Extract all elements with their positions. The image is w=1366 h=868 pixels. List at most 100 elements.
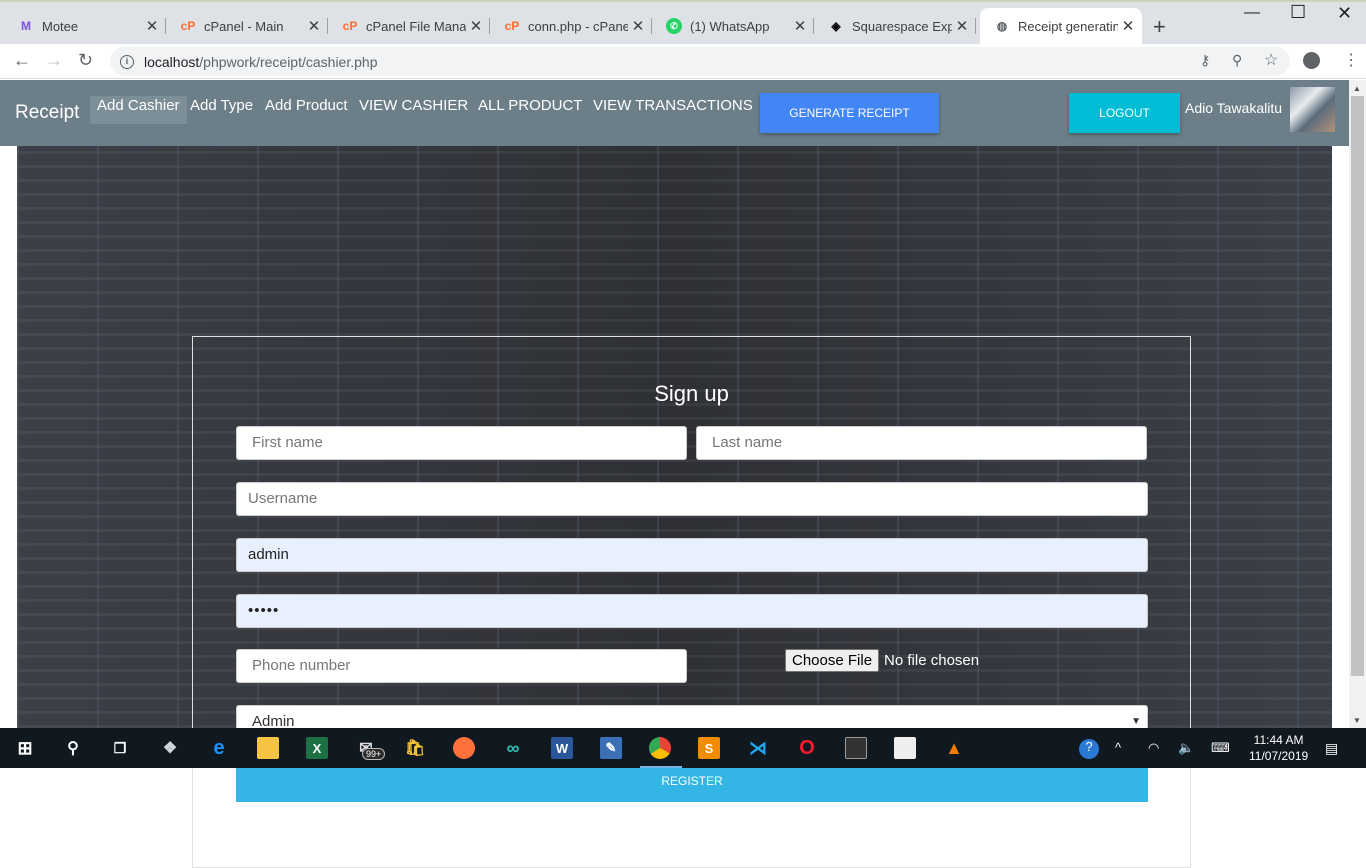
windows-start-icon[interactable]: ⊞ — [14, 737, 36, 759]
task-view-icon[interactable]: ❐ — [109, 737, 131, 759]
wifi-icon[interactable]: ◠ — [1148, 740, 1159, 756]
browser-tab-strip: M Motee ✕ cP cPanel - Main ✕ cP cPanel F… — [0, 0, 1366, 44]
firefox-icon[interactable] — [453, 737, 475, 759]
search-icon[interactable]: ⚲ — [62, 737, 84, 759]
phone-number-input[interactable]: Phone number — [236, 649, 687, 683]
brand-title[interactable]: Receipt — [15, 102, 79, 124]
notepad-icon[interactable] — [894, 737, 916, 759]
show-hidden-icons-icon[interactable]: ^ — [1115, 740, 1121, 755]
reload-icon[interactable]: ↻ — [78, 50, 93, 71]
page-margin-left — [0, 146, 17, 728]
cpanel-icon: cP — [342, 19, 358, 33]
user-name: Adio Tawakalitu — [1185, 100, 1283, 116]
terminal-icon[interactable] — [845, 737, 867, 759]
url-host: localhost — [144, 53, 200, 70]
globe-icon: ◍ — [996, 19, 1008, 33]
minimize-icon[interactable]: — — [1244, 4, 1260, 22]
tab-close-icon[interactable]: ✕ — [952, 17, 972, 35]
tab-title: conn.php - cPanel — [528, 18, 628, 34]
browser-toolbar: ← → ↻ i localhost/phpwork/receipt/cashie… — [0, 44, 1366, 79]
logout-button[interactable]: LOGOUT — [1069, 93, 1180, 133]
arduino-icon[interactable]: ∞ — [502, 737, 524, 759]
whatsapp-icon: ✆ — [666, 18, 682, 34]
last-name-input[interactable]: Last name — [696, 426, 1147, 460]
scroll-down-icon[interactable]: ▼ — [1353, 716, 1361, 725]
browser-tab-active[interactable]: ◍ Receipt generating ✕ — [980, 8, 1142, 44]
excel-icon[interactable]: X — [306, 737, 328, 759]
help-icon[interactable]: ? — [1079, 739, 1099, 759]
notifications-icon[interactable]: ▤ — [1325, 740, 1338, 757]
address-bar[interactable]: i localhost/phpwork/receipt/cashier.php — [110, 47, 1290, 76]
email-input[interactable]: admin — [236, 538, 1148, 572]
tab-close-icon[interactable]: ✕ — [466, 17, 486, 35]
browser-tab[interactable]: M Motee ✕ — [4, 8, 166, 44]
tab-title: (1) WhatsApp — [690, 18, 770, 34]
tab-title: Receipt generating — [1018, 18, 1118, 34]
background-image: Sign up First name Last name Username ad… — [17, 146, 1332, 868]
browser-tab[interactable]: cP cPanel File Manager ✕ — [328, 8, 490, 44]
squarespace-icon: ◈ — [831, 19, 841, 33]
key-icon[interactable]: ⚷ — [1200, 52, 1210, 69]
file-upload: Choose File No file chosen — [785, 649, 979, 672]
url-path: /phpwork/receipt/cashier.php — [199, 53, 378, 70]
store-icon[interactable]: 🛍 — [404, 737, 426, 759]
scroll-up-icon[interactable]: ▲ — [1353, 84, 1361, 93]
opera-icon[interactable]: O — [796, 737, 818, 759]
nav-view-transactions[interactable]: VIEW TRANSACTIONS — [586, 96, 760, 124]
dropbox-icon[interactable]: ❖ — [159, 737, 181, 759]
tab-close-icon[interactable]: ✕ — [1118, 17, 1138, 35]
bookmark-star-icon[interactable]: ☆ — [1264, 50, 1278, 70]
browser-tab[interactable]: ✆ (1) WhatsApp ✕ — [652, 8, 814, 44]
keyboard-icon[interactable]: ⌨ — [1211, 740, 1230, 756]
system-clock[interactable]: 11:44 AM 11/07/2019 — [1249, 732, 1308, 764]
tab-title: cPanel File Manager — [366, 18, 466, 34]
cpanel-icon: cP — [504, 19, 520, 33]
tab-close-icon[interactable]: ✕ — [790, 17, 810, 35]
form-title: Sign up — [654, 381, 729, 406]
first-name-input[interactable]: First name — [236, 426, 687, 460]
new-tab-button[interactable]: + — [1153, 14, 1166, 40]
browser-tab[interactable]: cP cPanel - Main ✕ — [166, 8, 328, 44]
menu-kebab-icon[interactable]: ⋮ — [1343, 50, 1359, 70]
signup-form: Sign up First name Last name Username ad… — [192, 336, 1191, 868]
browser-tab[interactable]: ◈ Squarespace Expert ✕ — [814, 8, 976, 44]
password-input[interactable]: ••••• — [236, 594, 1148, 628]
tab-title: Squarespace Expert — [852, 18, 952, 34]
chrome-icon[interactable] — [649, 737, 671, 759]
tab-close-icon[interactable]: ✕ — [304, 17, 324, 35]
tab-close-icon[interactable]: ✕ — [628, 17, 648, 35]
vscode-icon[interactable]: ⋊ — [747, 737, 769, 759]
word-icon[interactable]: W — [551, 737, 573, 759]
file-explorer-icon[interactable] — [257, 737, 279, 759]
browser-tab[interactable]: cP conn.php - cPanel ✕ — [490, 8, 652, 44]
maximize-icon[interactable]: ☐ — [1290, 2, 1306, 23]
nav-all-product[interactable]: ALL PRODUCT — [471, 96, 589, 124]
cpanel-icon: cP — [180, 19, 196, 33]
motee-icon: M — [21, 19, 31, 33]
nav-add-product[interactable]: Add Product — [258, 96, 355, 124]
tab-close-icon[interactable]: ✕ — [142, 17, 162, 35]
avatar[interactable] — [1290, 87, 1335, 132]
choose-file-button[interactable]: Choose File — [785, 649, 880, 672]
zoom-icon[interactable]: ⚲ — [1232, 52, 1242, 69]
forward-icon[interactable]: → — [45, 50, 63, 71]
nav-add-type[interactable]: Add Type — [183, 96, 260, 124]
scroll-thumb[interactable] — [1351, 96, 1364, 676]
profile-icon[interactable] — [1303, 52, 1320, 69]
nav-view-cashier[interactable]: VIEW CASHIER — [352, 96, 475, 124]
edge-icon[interactable]: e — [208, 737, 230, 759]
page-scrollbar[interactable]: ▲ ▼ — [1349, 80, 1366, 728]
vlc-icon[interactable]: ▲ — [943, 737, 965, 759]
generate-receipt-button[interactable]: GENERATE RECEIPT — [760, 93, 939, 133]
mail-badge: 99+ — [362, 748, 386, 760]
page-margin-right — [1332, 146, 1349, 728]
nav-add-cashier[interactable]: Add Cashier — [90, 96, 187, 124]
close-window-icon[interactable]: ✕ — [1337, 3, 1352, 24]
clock-date: 11/07/2019 — [1249, 749, 1309, 763]
editor-icon[interactable]: ✎ — [600, 737, 622, 759]
sublime-icon[interactable]: S — [698, 737, 720, 759]
volume-icon[interactable]: 🔈 — [1178, 740, 1194, 756]
back-icon[interactable]: ← — [13, 50, 31, 71]
info-icon[interactable]: i — [120, 54, 134, 69]
username-input[interactable]: Username — [236, 482, 1148, 516]
